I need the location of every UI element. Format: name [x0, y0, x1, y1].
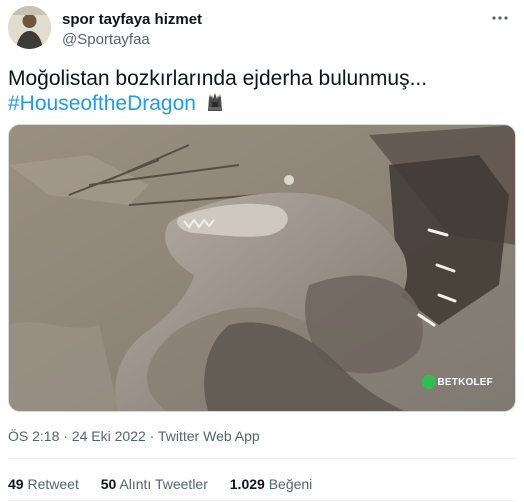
tweet-source[interactable]: Twitter Web App [158, 428, 260, 444]
tweet-stats: 49 Retweet 50 Alıntı Tweetler 1.029 Beğe… [8, 476, 330, 492]
tweet-time[interactable]: ÖS 2:18 [8, 428, 59, 444]
avatar-image [8, 6, 51, 49]
more-dots-icon [492, 16, 508, 20]
author-handle[interactable]: @Sportayfaa [62, 31, 150, 48]
watermark-text: BETKOLEF [437, 376, 493, 388]
tweet-video[interactable]: BETKOLEF [8, 124, 516, 412]
hashtag-link[interactable]: #HouseoftheDragon [8, 92, 196, 115]
retweets-count: 49 [8, 476, 24, 492]
quote-tweets-stat[interactable]: 50 Alıntı Tweetler [101, 476, 208, 492]
retweets-stat[interactable]: 49 Retweet [8, 476, 79, 492]
more-options-button[interactable] [490, 8, 510, 28]
avatar[interactable] [8, 6, 51, 49]
likes-stat[interactable]: 1.029 Beğeni [230, 476, 313, 492]
author-display-name[interactable]: spor tayfaya hizmet [62, 11, 202, 28]
tweet-metadata: ÖS 2:18 · 24 Eki 2022 · Twitter Web App [8, 428, 260, 444]
video-frame [9, 125, 515, 411]
tweet-header: spor tayfaya hizmet @Sportayfaa [8, 6, 516, 52]
quote-tweets-label: Alıntı Tweetler [119, 476, 208, 492]
tweet-text-line: Moğolistan bozkırlarında ejderha bulunmu… [8, 67, 428, 90]
likes-label: Beğeni [268, 476, 313, 492]
watermark-logo-icon [421, 375, 436, 389]
retweets-label: Retweet [27, 476, 79, 492]
likes-count: 1.029 [229, 476, 265, 492]
divider [8, 458, 516, 459]
quote-tweets-count: 50 [100, 476, 117, 492]
divider [8, 500, 516, 501]
meta-separator: · [149, 428, 155, 444]
meta-separator: · [63, 428, 68, 444]
video-watermark: BETKOLEF [421, 375, 494, 389]
iron-throne-icon [207, 93, 222, 111]
tweet-text: Moğolistan bozkırlarında ejderha bulunmu… [8, 66, 508, 116]
tweet-date[interactable]: 24 Eki 2022 [72, 428, 146, 444]
